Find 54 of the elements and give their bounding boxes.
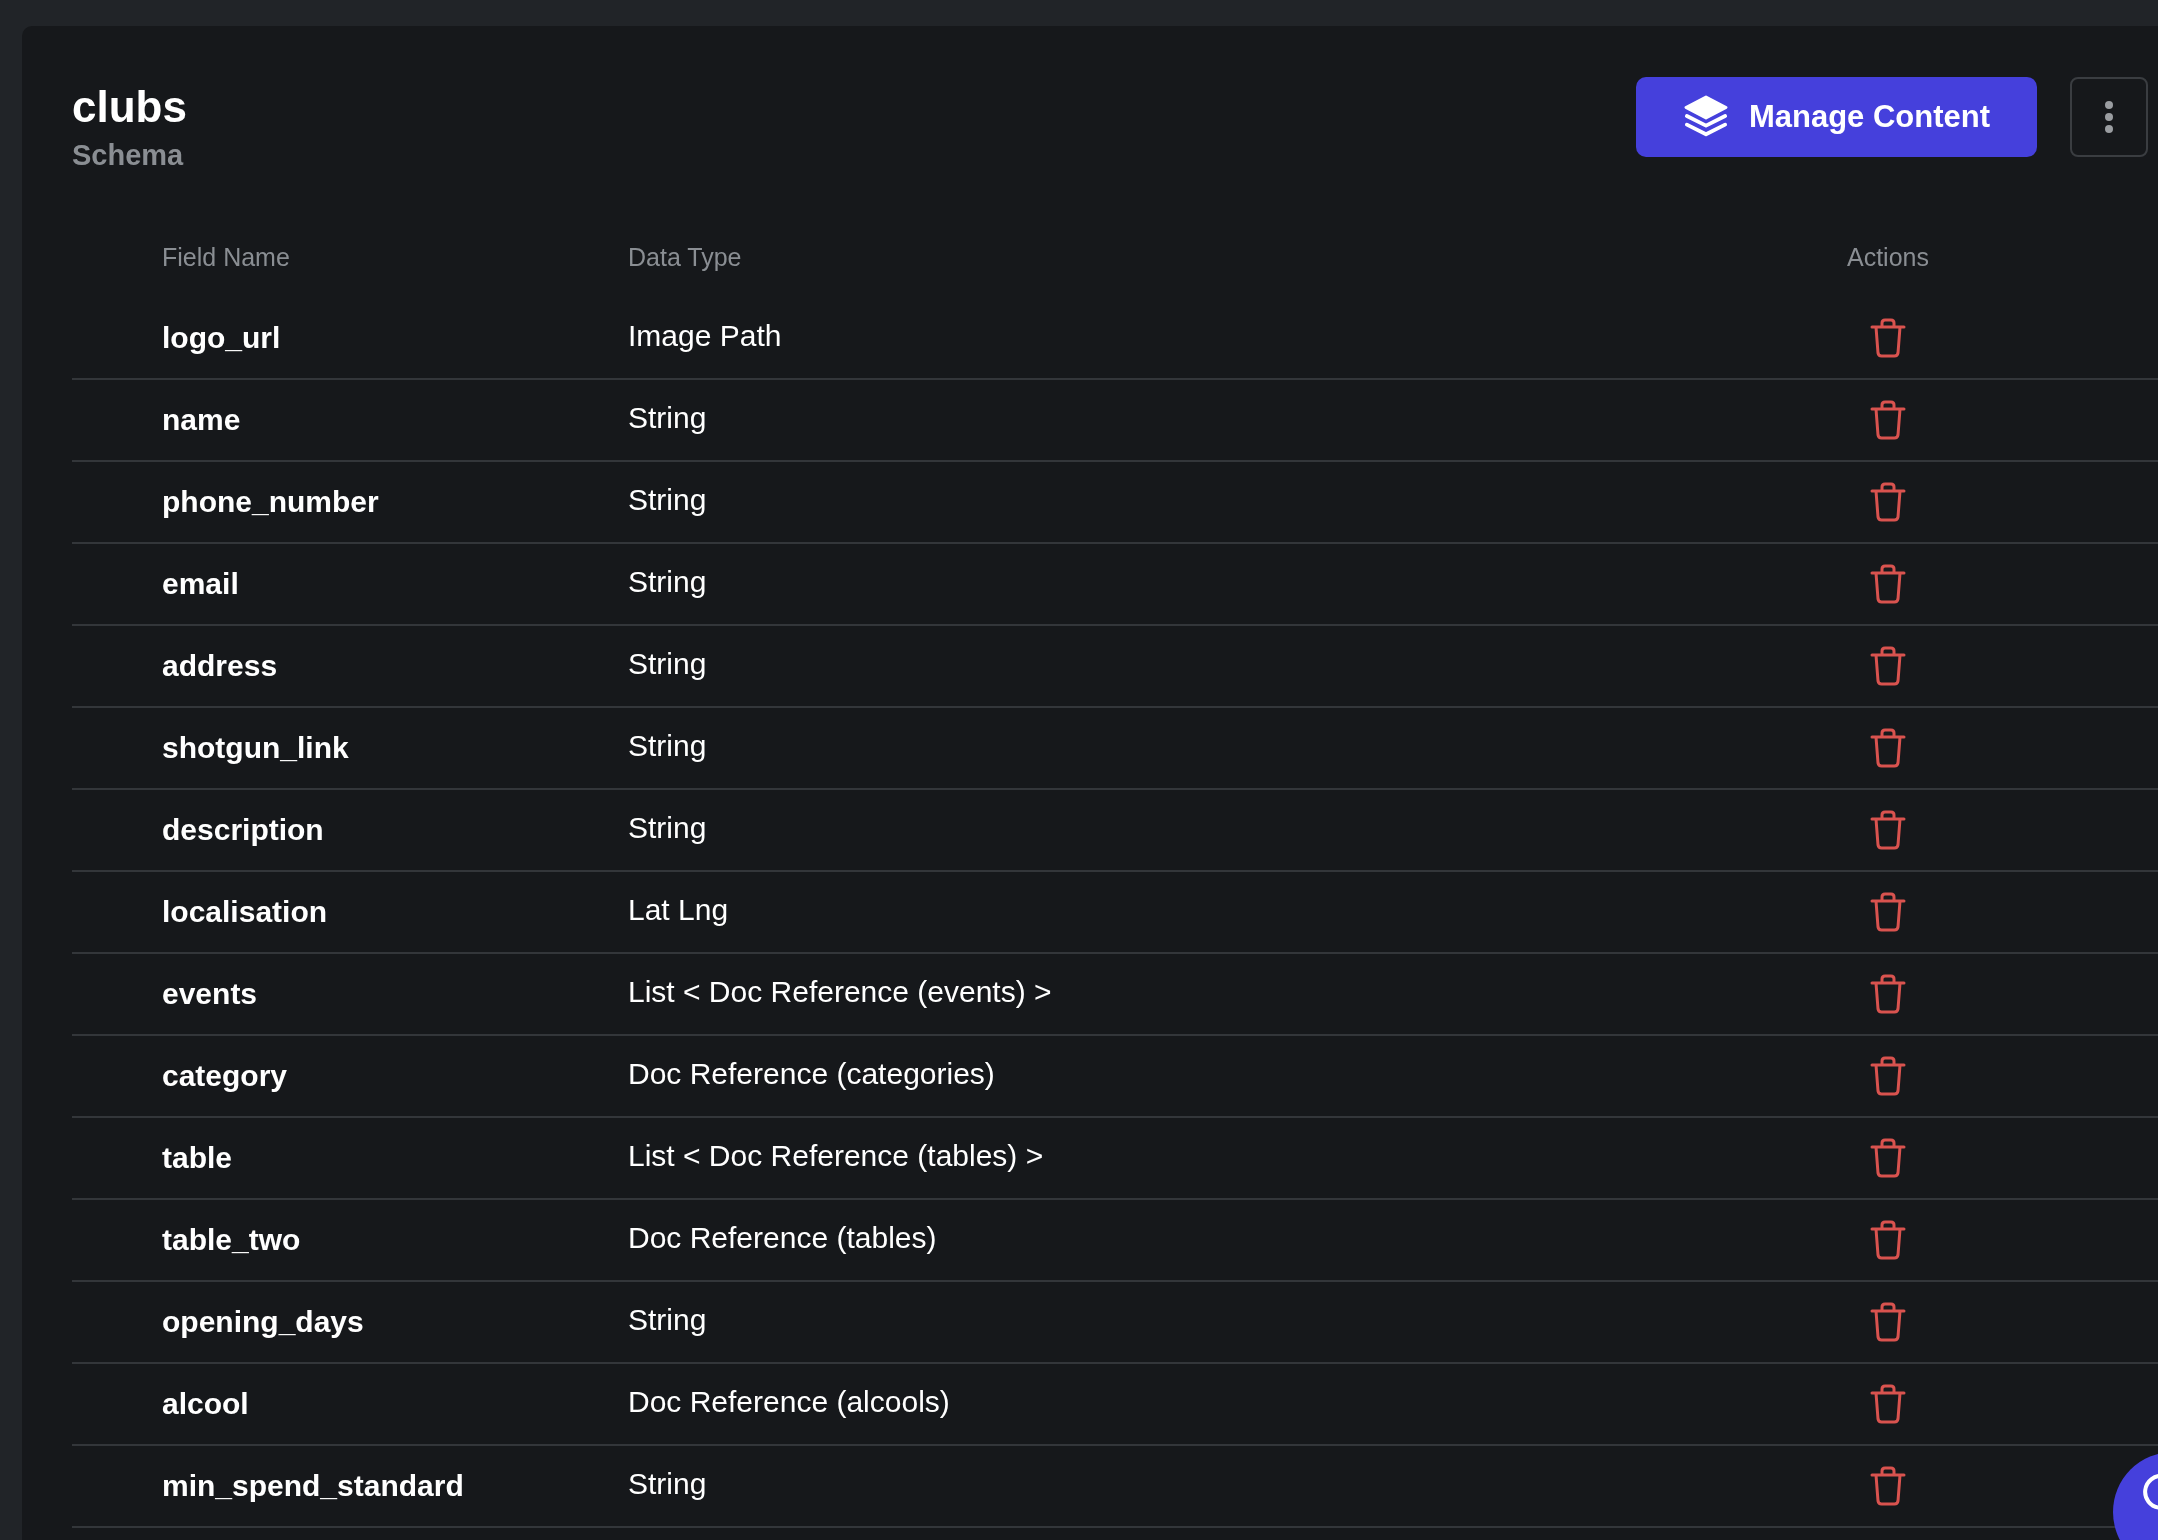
- field-name: opening_days: [161, 1305, 365, 1339]
- field-name: alcool: [161, 1387, 250, 1421]
- column-header: Field Name: [161, 242, 291, 272]
- column-header: Data Type: [628, 242, 743, 272]
- delete-icon[interactable]: [1870, 1056, 1906, 1096]
- field-name: name: [161, 403, 242, 437]
- delete-icon[interactable]: [1870, 564, 1906, 604]
- data-type: String: [628, 811, 708, 845]
- delete-icon[interactable]: [1870, 646, 1906, 686]
- field-name: description: [161, 813, 325, 847]
- data-type: List < Doc Reference (events) >: [628, 975, 1053, 1009]
- data-type: String: [628, 483, 708, 517]
- delete-icon[interactable]: [1870, 974, 1906, 1014]
- data-type: Image Path: [628, 319, 783, 353]
- more-options-button[interactable]: [2070, 77, 2148, 157]
- delete-icon[interactable]: [1870, 482, 1906, 522]
- more-vertical-icon: [2104, 100, 2114, 134]
- delete-icon[interactable]: [1870, 318, 1906, 358]
- data-type: String: [628, 1303, 708, 1337]
- page-title: clubs: [72, 81, 187, 133]
- delete-icon[interactable]: [1870, 400, 1906, 440]
- field-name: logo_url: [161, 321, 282, 355]
- data-type: String: [628, 565, 708, 599]
- data-type: String: [628, 1467, 708, 1501]
- field-name: table: [161, 1141, 234, 1175]
- delete-icon[interactable]: [1870, 1466, 1906, 1506]
- data-type: Doc Reference (categories): [628, 1057, 996, 1091]
- field-name: email: [161, 567, 240, 601]
- field-name: category: [161, 1059, 289, 1093]
- delete-icon[interactable]: [1870, 728, 1906, 768]
- data-type: String: [628, 401, 708, 435]
- data-type: Lat Lng: [628, 893, 730, 927]
- delete-icon[interactable]: [1870, 1384, 1906, 1424]
- field-name: min_spend_standard: [161, 1469, 465, 1503]
- delete-icon[interactable]: [1870, 1138, 1906, 1178]
- field-name: localisation: [161, 895, 329, 929]
- field-name: table_two: [161, 1223, 302, 1257]
- delete-icon[interactable]: [1870, 1220, 1906, 1260]
- field-name: phone_number: [161, 485, 380, 519]
- data-type: String: [628, 647, 708, 681]
- field-name: address: [161, 649, 279, 683]
- field-name: shotgun_link: [161, 731, 350, 765]
- data-type: Doc Reference (tables): [628, 1221, 938, 1255]
- page-subtitle: Schema: [72, 139, 185, 172]
- data-type: Doc Reference (alcools): [628, 1385, 951, 1419]
- delete-icon[interactable]: [1870, 1302, 1906, 1342]
- field-name: events: [161, 977, 259, 1011]
- data-type: List < Doc Reference (tables) >: [628, 1139, 1045, 1173]
- data-type: String: [628, 729, 708, 763]
- delete-icon[interactable]: [1870, 810, 1906, 850]
- layers-icon: [1682, 95, 1729, 139]
- column-header: Actions: [1846, 242, 1930, 272]
- manage-content-button[interactable]: Manage Content: [1636, 77, 2037, 157]
- delete-icon[interactable]: [1870, 892, 1906, 932]
